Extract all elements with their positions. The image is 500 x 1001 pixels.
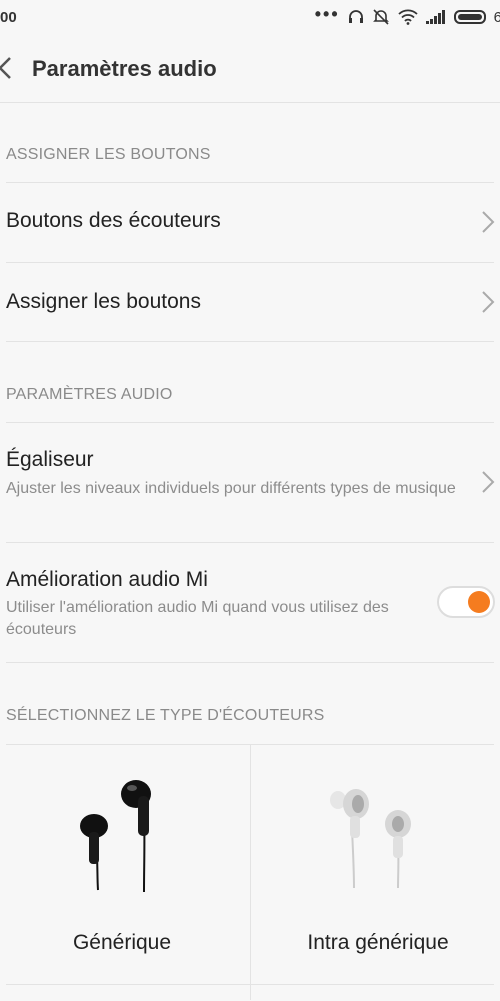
earphone-label: Générique <box>72 931 172 954</box>
chevron-right-icon <box>482 471 495 493</box>
status-time: 00 <box>0 8 17 26</box>
divider <box>6 422 494 423</box>
battery-percent: 6 <box>493 8 500 26</box>
divider <box>6 182 494 183</box>
row-title: Amélioration audio Mi <box>6 568 208 591</box>
more-dots-icon: ••• <box>314 3 340 24</box>
chevron-right-icon <box>482 291 495 313</box>
back-icon[interactable] <box>0 53 20 83</box>
grid-divider <box>250 744 251 1000</box>
row-subtitle: Utiliser l'amélioration audio Mi quand v… <box>6 599 389 638</box>
divider <box>6 662 494 663</box>
status-icons: ••• 6 <box>315 4 500 26</box>
section-header-earphone-type: SÉLECTIONNEZ LE TYPE D'ÉCOUTEURS <box>6 707 325 724</box>
row-title: Boutons des écouteurs <box>6 209 221 232</box>
chevron-right-icon <box>482 211 495 233</box>
mi-audio-toggle[interactable] <box>437 586 495 618</box>
signal-icon <box>425 10 445 24</box>
page-title: Paramètres audio <box>32 56 217 81</box>
row-subtitle: Ajuster les niveaux individuels pour dif… <box>6 480 456 497</box>
section-header-buttons: ASSIGNER LES BOUTONS <box>6 146 211 163</box>
section-header-audio: PARAMÈTRES AUDIO <box>6 386 173 403</box>
headset-icon <box>348 10 363 23</box>
divider <box>6 984 494 985</box>
battery-icon <box>453 10 486 24</box>
earphone-label: Intra générique <box>307 931 449 954</box>
wifi-icon <box>398 9 418 25</box>
generic-earphones-icon <box>80 780 151 893</box>
row-title: Égaliseur <box>6 448 94 471</box>
mute-icon <box>372 9 389 25</box>
divider <box>6 341 494 342</box>
row-title: Assigner les boutons <box>6 290 201 313</box>
status-bar: 00 ••• 6 <box>0 0 500 34</box>
divider <box>6 262 494 263</box>
app-header: Paramètres audio <box>0 34 500 103</box>
divider <box>6 542 494 543</box>
in-ear-earphones-icon <box>330 789 411 889</box>
toggle-knob <box>468 591 490 613</box>
